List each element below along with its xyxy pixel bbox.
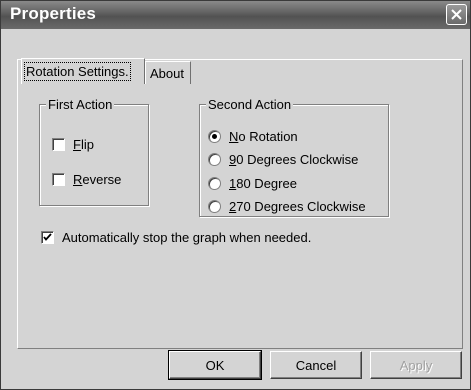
radio-no-rotation-button[interactable] (208, 130, 221, 143)
cancel-button[interactable]: Cancel (270, 351, 362, 379)
apply-button-label: Apply (399, 358, 433, 373)
close-button[interactable] (446, 4, 467, 25)
radio-270-clockwise-button[interactable] (208, 200, 221, 213)
radio-selected-dot (212, 134, 217, 139)
radio-180-degree-button[interactable] (208, 177, 221, 190)
first-action-group: First Action (39, 97, 149, 206)
tab-about-label: About (150, 66, 184, 81)
flip-label: Flip (73, 137, 94, 152)
reverse-label: Reverse (73, 172, 122, 187)
90-clockwise-label: 90 Degrees Clockwise (229, 152, 359, 167)
reverse-checkbox-box[interactable] (52, 173, 65, 186)
270-clockwise-label: 270 Degrees Clockwise (229, 199, 366, 214)
first-action-label: First Action (46, 97, 115, 112)
apply-button: Apply (370, 351, 462, 379)
ok-button-label: OK (205, 358, 225, 373)
auto-stop-checkbox-box[interactable] (41, 231, 54, 244)
window-title: Properties (10, 4, 97, 23)
checkmark-icon (43, 233, 52, 241)
title-bar[interactable]: Properties (1, 1, 470, 29)
180-degree-label: 180 Degree (229, 176, 297, 191)
auto-stop-label: Automatically stop the graph when needed… (62, 230, 312, 245)
tab-rotation-settings[interactable]: Rotation Settings. (21, 58, 145, 84)
properties-dialog: Properties Rotation Settings. About Firs… (0, 0, 471, 390)
no-rotation-label: No Rotation (229, 129, 298, 144)
tab-rotation-settings-label: Rotation Settings. (24, 62, 131, 81)
tab-about[interactable]: About (145, 61, 191, 84)
flip-checkbox-box[interactable] (52, 138, 65, 151)
second-action-label: Second Action (206, 97, 294, 112)
radio-90-clockwise-button[interactable] (208, 153, 221, 166)
close-icon (451, 9, 462, 20)
cancel-button-label: Cancel (295, 358, 337, 373)
ok-button[interactable]: OK (168, 350, 262, 380)
